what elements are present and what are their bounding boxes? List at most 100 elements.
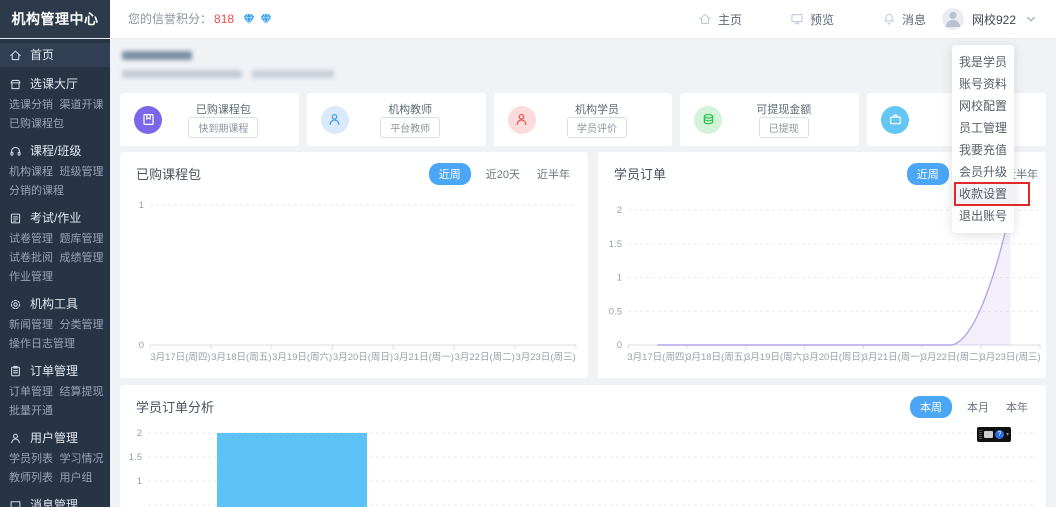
card-title: 机构教师 [388, 104, 433, 116]
monitor-icon [790, 12, 804, 26]
svg-text:1: 1 [617, 273, 622, 284]
card-button[interactable]: 快到期课程 [188, 117, 259, 138]
card-button[interactable]: 平台教师 [380, 117, 441, 138]
app-logo: 机构管理中心 [0, 0, 110, 38]
user-menu-item[interactable]: 我要充值 [952, 139, 1014, 161]
chart-range-tab[interactable]: 本年 [1004, 396, 1030, 418]
topnav-item-1[interactable]: 预览 [790, 11, 834, 28]
sidebar-link[interactable]: 分销的课程 [9, 182, 64, 201]
sidebar-link[interactable]: 批量开通 [9, 402, 60, 421]
sidebar: 首页选课大厅 选课分销 渠道开课 已购课程包课程/班级机构课程 班级管理 分销的课程考试/… [0, 38, 110, 507]
sidebar-link[interactable]: 题库管理 [60, 230, 111, 249]
topnav-item-0[interactable]: 主页 [698, 11, 742, 28]
svg-text:2: 2 [137, 428, 142, 439]
svg-text:3月19日(周六): 3月19日(周六) [745, 351, 805, 363]
user-menu-item[interactable]: 员工管理 [952, 117, 1014, 139]
credit-label: 您的信誉积分： [128, 12, 213, 26]
gear-icon [9, 298, 22, 311]
student-icon [514, 112, 529, 127]
panel-tabs: 本周 本月 本年 [910, 396, 1030, 418]
sidebar-item-label: 课程/班级 [30, 144, 82, 158]
purchased-packages-chart: 013月17日(周四) 3月18日(周五) 3月19日(周六) 3月20日(周日) 3月… [139, 200, 577, 363]
card-button[interactable]: 学员评价 [566, 117, 627, 138]
sidebar-link[interactable]: 教师列表 [9, 469, 60, 488]
chart-range-tab[interactable]: 近20天 [484, 163, 522, 185]
chart-range-tab[interactable]: 本月 [965, 396, 991, 418]
card-title: 机构学员 [574, 104, 619, 116]
panel-title: 已购课程包 [136, 167, 202, 182]
topnav-item-2[interactable]: 消息 [882, 11, 926, 28]
svg-text:1: 1 [139, 200, 144, 211]
sidebar-item-1[interactable]: 选课大厅 [0, 72, 110, 96]
panel-title: 学员订单 [614, 167, 667, 182]
user-name[interactable]: 网校922 [972, 11, 1016, 28]
svg-text:3月22日(周二): 3月22日(周二) [455, 352, 515, 363]
sidebar-item-label: 消息管理 [30, 498, 79, 507]
sidebar-item-5[interactable]: 订单管理 [0, 359, 110, 383]
sidebar-link[interactable]: 试卷批阅 [9, 249, 60, 268]
sidebar-link[interactable]: 分类管理 [60, 316, 111, 335]
sidebar-sublinks: 选课分销 渠道开课 已购课程包 [0, 96, 110, 134]
redacted-text-line [122, 70, 242, 78]
sidebar-link[interactable]: 成绩管理 [60, 249, 111, 268]
chart-range-tab[interactable]: 近周 [906, 163, 949, 185]
svg-text:2: 2 [617, 205, 622, 216]
headset-icon [9, 145, 22, 158]
sidebar-link[interactable]: 作业管理 [9, 268, 60, 287]
svg-text:0: 0 [617, 340, 622, 351]
chart-range-tab[interactable]: 近周 [428, 163, 471, 185]
sidebar-link[interactable]: 结算提现 [60, 383, 111, 402]
sidebar-link[interactable]: 试卷管理 [9, 230, 60, 249]
sidebar-link[interactable]: 操作日志管理 [9, 335, 75, 354]
capture-button-icon [984, 431, 993, 438]
svg-text:3月23日(周三): 3月23日(周三) [515, 352, 575, 363]
avatar[interactable] [941, 8, 964, 30]
card-title: 已购课程包 [195, 104, 251, 116]
user-menu-trigger[interactable]: 网校922 [941, 0, 1038, 38]
credit-score: 您的信誉积分： 818 [128, 0, 273, 38]
sidebar-link[interactable]: 选课分销 [9, 96, 60, 115]
sidebar-link[interactable]: 新闻管理 [9, 316, 60, 335]
topnav-label: 主页 [717, 12, 742, 27]
sidebar-item-7[interactable]: 消息管理 [0, 493, 110, 507]
user-menu-item[interactable]: 退出账号 [952, 205, 1014, 227]
svg-text:0.5: 0.5 [609, 306, 622, 317]
sidebar-sublinks: 学员列表 学习情况 教师列表 用户组 [0, 450, 110, 488]
sidebar-sublinks: 订单管理 结算提现 批量开通 [0, 383, 110, 421]
svg-text:3月22日(周二): 3月22日(周二) [922, 352, 982, 363]
sidebar-link[interactable]: 学习情况 [60, 450, 111, 469]
credit-gems [242, 12, 273, 26]
sidebar-item-0[interactable]: 首页 [0, 43, 110, 67]
briefcase-icon [888, 112, 903, 127]
user-menu-item[interactable]: 我是学员 [952, 51, 1014, 73]
chart-range-tab[interactable]: 近半年 [535, 163, 572, 185]
sidebar-item-2[interactable]: 课程/班级 [0, 139, 110, 163]
sidebar-item-6[interactable]: 用户管理 [0, 426, 110, 450]
sidebar-link[interactable]: 渠道开课 [60, 96, 111, 115]
sidebar-link[interactable]: 班级管理 [60, 163, 111, 182]
sidebar-item-4[interactable]: 机构工具 [0, 292, 110, 316]
user-menu-item[interactable]: 网校配置 [952, 95, 1014, 117]
sidebar-link[interactable]: 用户组 [60, 469, 111, 488]
sidebar-item-label: 订单管理 [30, 364, 79, 378]
order-icon [9, 365, 22, 378]
sidebar-link[interactable]: 学员列表 [9, 450, 60, 469]
user-icon [9, 432, 22, 445]
topnav-label: 预览 [809, 12, 834, 27]
svg-text:3月20日(周日): 3月20日(周日) [804, 352, 864, 363]
user-menu-item[interactable]: 会员升级 [952, 161, 1014, 183]
gem-icon [259, 12, 273, 26]
svg-text:3月19日(周六): 3月19日(周六) [272, 351, 332, 363]
card-button[interactable]: 已提现 [758, 117, 809, 138]
user-menu-item[interactable]: 账号资料 [952, 73, 1014, 95]
chart-range-tab[interactable]: 本周 [910, 396, 952, 418]
summary-card-2: 机构学员 学员评价 [493, 93, 673, 146]
sidebar-link[interactable]: 订单管理 [9, 383, 60, 402]
svg-text:3月23日(周三): 3月23日(周三) [980, 352, 1040, 363]
summary-card-3: 可提现金额 已提现 [680, 93, 860, 146]
sidebar-link[interactable]: 已购课程包 [9, 115, 64, 134]
sidebar-link[interactable]: 机构课程 [9, 163, 60, 182]
sidebar-item-label: 机构工具 [30, 297, 79, 311]
home-icon [698, 12, 712, 26]
sidebar-item-3[interactable]: 考试/作业 [0, 206, 110, 230]
